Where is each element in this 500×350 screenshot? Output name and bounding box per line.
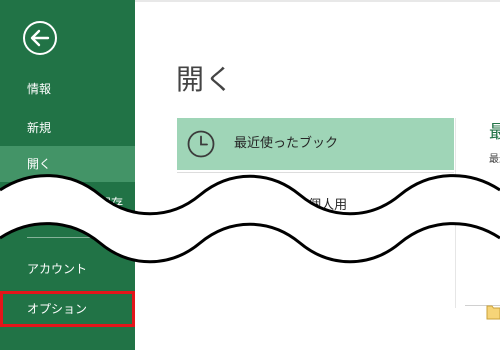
open-panel [135, 0, 500, 350]
right-panel-heading: 最近使ったブック [489, 122, 500, 143]
place-recent-workbooks[interactable]: 最近使ったブック [177, 118, 454, 170]
place-label: 最近使ったブック [234, 136, 339, 151]
back-arrow-icon[interactable] [22, 20, 58, 56]
list-separator [177, 172, 454, 173]
title-strip [135, 0, 500, 2]
nav-divider [27, 237, 107, 238]
right-panel-subheading: 最近使ったブック [489, 154, 500, 165]
nav-item-save-as[interactable]: 名前を付けて保存 [0, 185, 135, 221]
nav-item-options[interactable]: オプション [0, 291, 135, 327]
place-onedrive[interactable]: OneDrive - 個人用 [177, 180, 454, 232]
nav-item-account[interactable]: アカウント [0, 251, 135, 287]
clock-icon [187, 130, 215, 158]
onedrive-icon [188, 199, 214, 213]
nav-item-open[interactable]: 開く [0, 146, 135, 182]
page-title: 開く [176, 63, 235, 96]
folder-icon[interactable] [485, 300, 500, 320]
backstage-sidebar: 情報 新規 開く 名前を付けて保存 アカウント オプション [0, 0, 135, 350]
nav-item-new[interactable]: 新規 [0, 110, 135, 146]
panel-divider [455, 118, 456, 308]
nav-item-info[interactable]: 情報 [0, 71, 135, 107]
place-label: OneDrive - 個人用 [234, 198, 348, 213]
